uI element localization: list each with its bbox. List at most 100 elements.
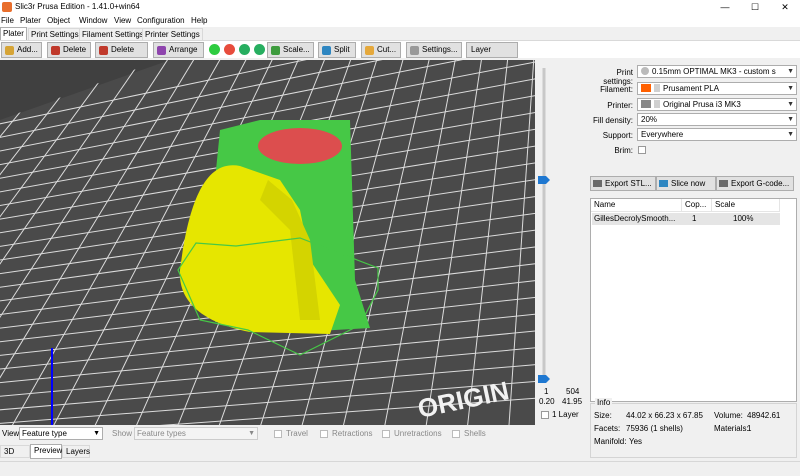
one-layer-label: 1 Layer [552,410,579,419]
brim-checkbox[interactable] [638,146,646,154]
printer-label: Printer: [607,101,633,110]
export-icon [719,180,728,187]
retractions-label: Retractions [332,429,373,438]
layer-top-height: 41.95 [562,397,583,406]
chevron-down-icon: ▼ [248,430,255,437]
filament-color-swatch [641,84,651,92]
delete-all-button[interactable]: Delete All [95,42,148,68]
menu-configuration[interactable]: Configuration [137,14,185,27]
export-gcode-button[interactable]: Export G-code... [716,176,794,191]
cut-icon [365,46,374,55]
layer-bottom-height: 0.20 [539,397,555,406]
add-instance-icon[interactable] [209,44,220,55]
tab-printer-settings[interactable]: Printer Settings [142,28,203,40]
column-scale[interactable]: Scale [712,199,780,212]
main-tabs: Plater Print Settings Filament Settings … [0,27,800,40]
preview-options-bar: View Feature type ▼ Show Feature types ▼ T… [0,425,587,443]
scale-button[interactable]: Scale... [267,42,314,58]
unretractions-label: Unretractions [394,429,442,438]
object-list[interactable]: Name Cop... Scale GillesDecrolySmooth...… [590,198,797,402]
column-copies[interactable]: Cop... [682,199,712,212]
slice-now-button[interactable]: Slice now [656,176,716,191]
menu-window[interactable]: Window [79,14,107,27]
layer-top-number: 504 [566,387,580,396]
remove-instance-icon[interactable] [224,44,235,55]
rotate-cw-icon[interactable] [254,44,265,55]
support-select[interactable]: Everywhere ▼ [637,128,797,141]
fill-density-select[interactable]: 20% ▼ [637,113,797,126]
retractions-checkbox[interactable] [320,430,328,438]
menu-bar: File Plater Object Window View Configura… [0,14,800,27]
column-name[interactable]: Name [591,199,682,212]
chevron-down-icon: ▼ [93,430,100,437]
volume-label: Volume: [714,411,743,420]
status-bar [0,461,800,476]
tab-layers[interactable]: Layers [62,445,90,458]
filament-select[interactable]: Prusament PLA ▼ [637,82,797,95]
export-icon [593,180,602,187]
chevron-down-icon: ▼ [787,68,794,75]
tab-plater[interactable]: Plater [0,27,27,40]
chevron-down-icon: ▼ [787,85,794,92]
add-button[interactable]: Add... [1,42,42,58]
size-label: Size: [594,411,612,420]
preview-viewport[interactable]: ORIGIN 504 1 0.20 41.95 1 Layer [0,60,587,425]
delete-all-icon [99,46,108,55]
export-stl-button[interactable]: Export STL... [590,176,656,191]
arrange-button[interactable]: Arrange [153,42,204,58]
maximize-button[interactable]: ☐ [740,0,770,14]
show-select[interactable]: Feature types ▼ [134,427,258,440]
view-label: View [2,429,20,438]
window-title: Slic3r Prusa Edition - 1.41.0+win64 [15,2,140,11]
chevron-down-icon: ▼ [787,131,794,138]
lock-icon [654,100,660,108]
tab-3d[interactable]: 3D [0,445,30,458]
shells-checkbox[interactable] [452,430,460,438]
menu-help[interactable]: Help [191,14,207,27]
show-label: Show [112,429,133,438]
shells-label: Shells [464,429,486,438]
tab-preview[interactable]: Preview [30,444,62,459]
rotate-ccw-icon[interactable] [239,44,250,55]
layer-editing-button[interactable]: Layer editing [466,42,518,68]
menu-file[interactable]: File [1,14,14,27]
chevron-down-icon: ▼ [787,116,794,123]
brim-label: Brim: [614,146,633,155]
minimize-button[interactable]: — [710,0,740,14]
split-icon [322,46,331,55]
fill-density-label: Fill density: [592,116,633,125]
right-panel: Print settings: 0.15mm OPTIMAL MK3 - cus… [587,58,800,468]
top-solid-infill [258,128,342,164]
lock-icon [654,84,660,92]
split-button[interactable]: Split [318,42,356,58]
object-copies: 1 [692,214,697,223]
volume-value: 48942.61 [747,411,781,420]
close-button[interactable]: ✕ [770,0,800,14]
gear-icon [641,67,649,75]
bottom-tabs: 3D Preview Layers [0,444,800,459]
cut-button[interactable]: Cut... [361,42,401,58]
travel-checkbox[interactable] [274,430,282,438]
menu-plater[interactable]: Plater [20,14,41,27]
print-settings-select[interactable]: 0.15mm OPTIMAL MK3 - custom s ▼ [637,65,797,78]
menu-object[interactable]: Object [47,14,70,27]
one-layer-checkbox[interactable] [541,411,549,419]
view-select[interactable]: Feature type ▼ [19,427,103,440]
support-label: Support: [602,131,633,140]
layer-bottom-number: 1 [544,387,549,396]
size-value: 44.02 x 66.23 x 67.85 [626,411,703,420]
tab-print-settings[interactable]: Print Settings [28,28,82,40]
settings-button[interactable]: Settings... [406,42,462,58]
slice-icon [659,180,668,187]
unretractions-checkbox[interactable] [382,430,390,438]
delete-icon [51,46,60,55]
printer-select[interactable]: Original Prusa i3 MK3 ▼ [637,98,797,111]
object-scale: 100% [733,214,754,223]
gear-icon [410,46,419,55]
tab-filament-settings[interactable]: Filament Settings [79,28,147,40]
chevron-down-icon: ▼ [787,101,794,108]
materials-label: Materials: [714,424,749,433]
delete-button[interactable]: Delete [47,42,91,58]
object-name: GillesDecrolySmooth... [594,214,676,223]
menu-view[interactable]: View [114,14,131,27]
